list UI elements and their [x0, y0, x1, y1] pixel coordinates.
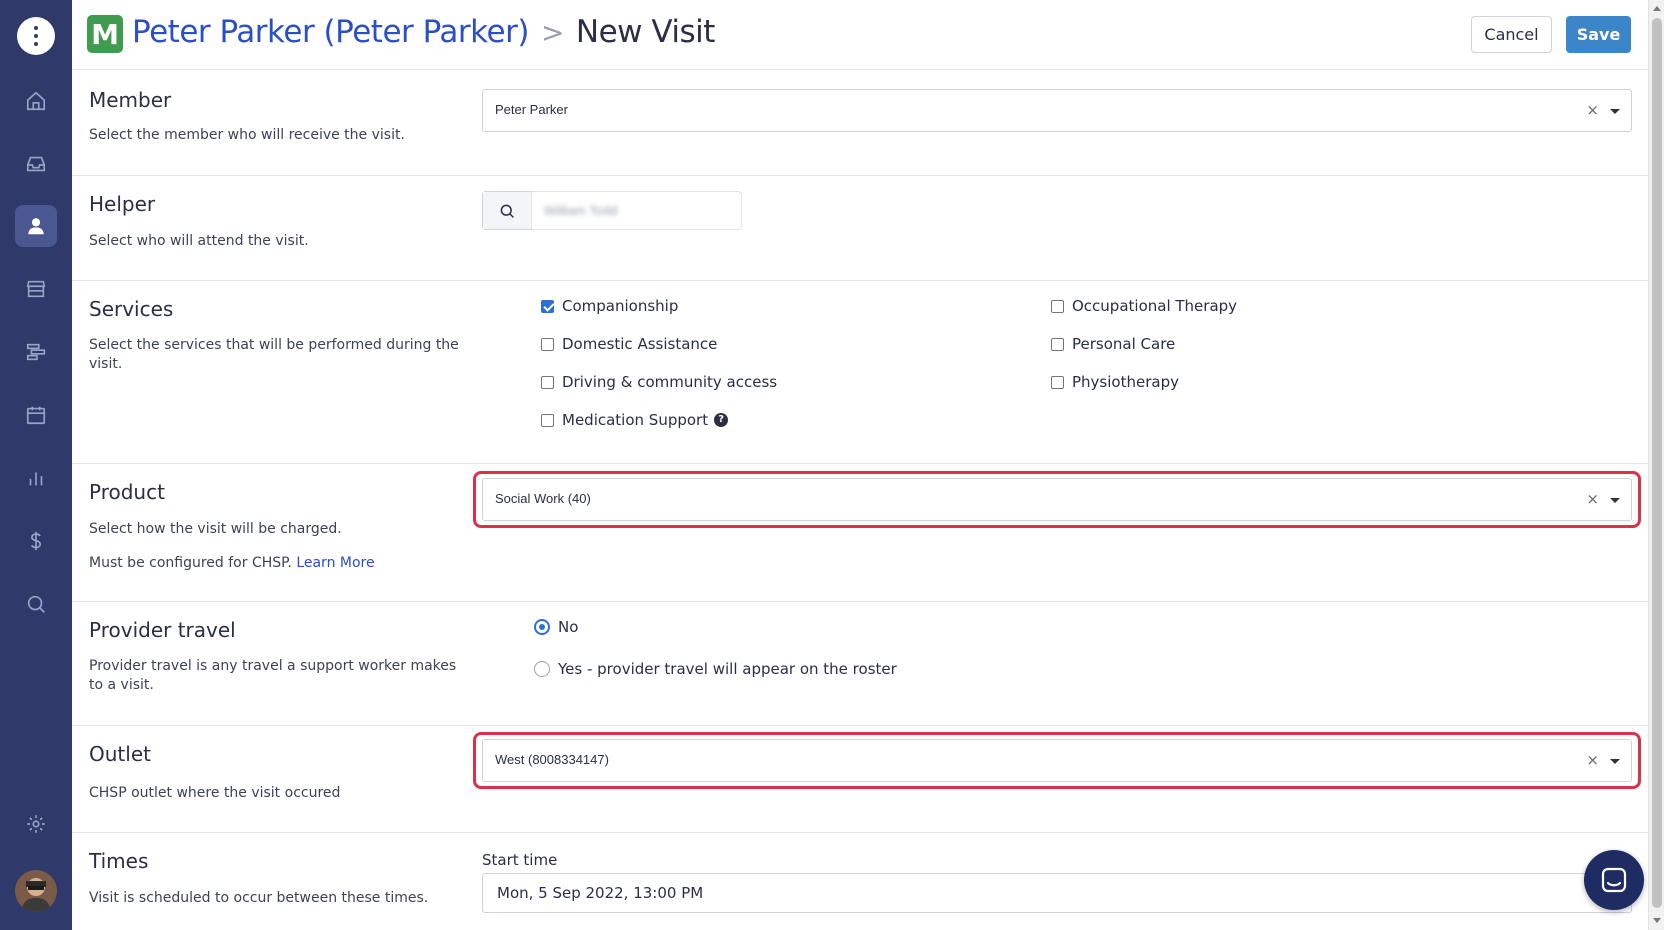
outlet-select[interactable]: West (8008334147) ×	[482, 739, 1632, 782]
service-label: Personal Care	[1072, 335, 1176, 353]
member-select[interactable]: Peter Parker ×	[482, 89, 1632, 132]
travel-yes-radio[interactable]: Yes - provider travel will appear on the…	[534, 660, 897, 678]
provider-travel-section: Provider travel Provider travel is any t…	[72, 602, 1648, 726]
chevron-down-icon[interactable]	[1610, 498, 1620, 503]
service-domestic-assistance-checkbox[interactable]: Domestic Assistance	[541, 335, 717, 353]
learn-more-link[interactable]: Learn More	[296, 555, 374, 571]
checkbox-icon[interactable]	[541, 413, 554, 427]
sidebar	[0, 0, 72, 930]
service-label: Occupational Therapy	[1072, 297, 1238, 315]
help-icon[interactable]: ?	[714, 413, 729, 427]
member-description: Select the member who will receive the v…	[89, 127, 405, 143]
service-personal-care-checkbox[interactable]: Personal Care	[1051, 335, 1175, 353]
outlet-description: CHSP outlet where the visit occured	[89, 785, 341, 801]
product-note: Must be configured for CHSP. Learn More	[89, 555, 375, 571]
checkbox-icon[interactable]	[1051, 337, 1064, 351]
radio-selected-icon[interactable]	[534, 619, 550, 635]
service-physiotherapy-checkbox[interactable]: Physiotherapy	[1051, 373, 1179, 391]
scroll-up-icon[interactable]	[1653, 6, 1661, 11]
service-driving-checkbox[interactable]: Driving & community access	[541, 373, 777, 391]
chat-launcher-button[interactable]	[1584, 850, 1644, 910]
times-title: Times	[89, 849, 149, 873]
scroll-down-icon[interactable]	[1653, 918, 1661, 923]
outlet-section: Outlet CHSP outlet where the visit occur…	[72, 726, 1648, 833]
helper-description: Select who will attend the visit.	[89, 233, 309, 249]
product-title: Product	[89, 480, 165, 504]
chart-icon[interactable]	[15, 457, 57, 499]
product-section: Product Select how the visit will be cha…	[72, 464, 1648, 602]
radio-icon[interactable]	[534, 661, 550, 677]
search-icon[interactable]	[15, 583, 57, 625]
app-menu-icon[interactable]	[17, 17, 55, 55]
service-occupational-therapy-checkbox[interactable]: Occupational Therapy	[1051, 297, 1237, 315]
gear-icon[interactable]	[15, 803, 57, 845]
home-icon[interactable]	[15, 80, 57, 122]
page-title: New Visit	[575, 14, 716, 50]
helper-search-input[interactable]: William Todd	[532, 192, 741, 229]
save-button[interactable]: Save	[1566, 16, 1631, 53]
clear-icon[interactable]: ×	[1586, 490, 1599, 508]
services-description: Select the services that will be perform…	[89, 337, 459, 372]
user-icon[interactable]	[15, 205, 57, 247]
brand-logo: M	[87, 15, 123, 53]
chat-icon	[1601, 867, 1627, 893]
dollar-icon[interactable]	[15, 520, 57, 562]
calendar-icon[interactable]	[15, 394, 57, 436]
checkbox-icon[interactable]	[1051, 375, 1064, 389]
checkbox-icon[interactable]	[1051, 299, 1064, 313]
provider-travel-description: Provider travel is any travel a support …	[89, 658, 457, 693]
scroll-thumb[interactable]	[1652, 18, 1662, 908]
page-header: M Peter Parker (Peter Parker) > New Visi…	[72, 0, 1648, 70]
radio-label: No	[558, 618, 579, 636]
services-title: Services	[89, 297, 174, 321]
times-description: Visit is scheduled to occur between thes…	[89, 890, 429, 906]
page-scrollbar[interactable]	[1648, 0, 1664, 930]
times-section: Times Visit is scheduled to occur betwee…	[72, 833, 1648, 930]
clear-icon[interactable]: ×	[1586, 751, 1599, 769]
service-label: Domestic Assistance	[562, 335, 718, 353]
member-breadcrumb-link[interactable]: Peter Parker (Peter Parker)	[132, 14, 529, 50]
chevron-down-icon[interactable]	[1610, 109, 1620, 114]
provider-travel-title: Provider travel	[89, 618, 236, 642]
checkbox-icon[interactable]	[541, 337, 554, 351]
outlet-title: Outlet	[89, 742, 151, 766]
checkbox-icon[interactable]	[541, 375, 554, 389]
service-companionship-checkbox[interactable]: Companionship	[541, 297, 678, 315]
store-icon[interactable]	[15, 268, 57, 310]
helper-title: Helper	[89, 192, 156, 216]
helper-section: Helper Select who will attend the visit.…	[72, 176, 1648, 281]
helper-search[interactable]: William Todd	[482, 191, 742, 230]
avatar[interactable]	[15, 870, 57, 912]
breadcrumb: Peter Parker (Peter Parker) > New Visit	[132, 14, 715, 50]
service-label: Medication Support	[562, 411, 709, 429]
start-time-input[interactable]: Mon, 5 Sep 2022, 13:00 PM	[482, 873, 1632, 913]
product-select[interactable]: Social Work (40) ×	[482, 478, 1632, 521]
services-section: Services Select the services that will b…	[72, 281, 1648, 464]
inbox-icon[interactable]	[15, 143, 57, 185]
member-title: Member	[89, 88, 172, 112]
roster-icon[interactable]	[15, 331, 57, 373]
service-label: Driving & community access	[562, 373, 778, 391]
breadcrumb-chevron-icon: >	[540, 15, 564, 49]
checkbox-checked-icon[interactable]	[541, 299, 554, 313]
service-label: Physiotherapy	[1072, 373, 1179, 391]
start-time-label: Start time	[482, 851, 558, 869]
member-select-value: Peter Parker	[495, 102, 568, 117]
outlet-select-value: West (8008334147)	[495, 752, 609, 767]
member-section: Member Select the member who will receiv…	[72, 70, 1648, 176]
service-medication-support-checkbox[interactable]: Medication Support ?	[541, 411, 729, 429]
search-icon	[483, 192, 532, 229]
cancel-button[interactable]: Cancel	[1471, 16, 1552, 53]
product-description: Select how the visit will be charged.	[89, 521, 342, 537]
chevron-down-icon[interactable]	[1610, 759, 1620, 764]
radio-label: Yes - provider travel will appear on the…	[558, 660, 897, 678]
travel-no-radio[interactable]: No	[534, 618, 578, 636]
clear-icon[interactable]: ×	[1586, 101, 1599, 119]
service-label: Companionship	[562, 297, 679, 315]
product-select-value: Social Work (40)	[495, 491, 591, 506]
